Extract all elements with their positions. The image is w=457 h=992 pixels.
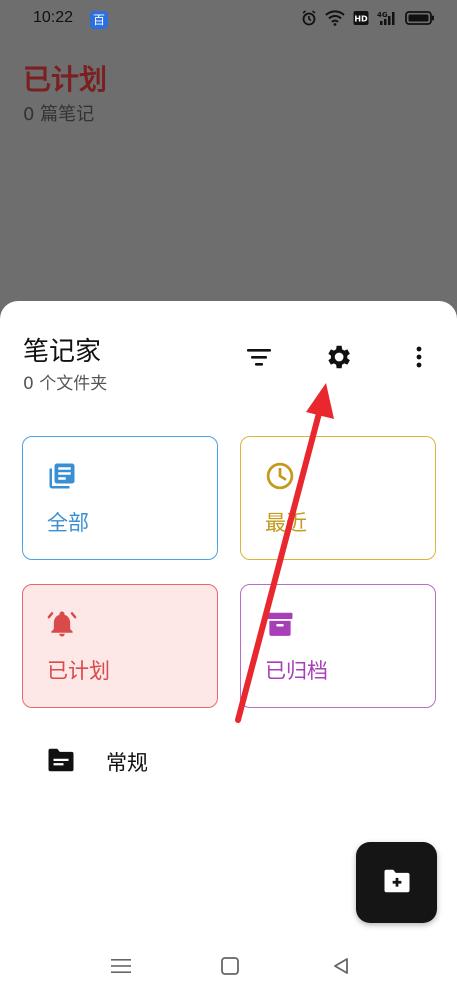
sheet-title: 笔记家 xyxy=(23,337,102,367)
notes-stack-icon xyxy=(47,461,77,491)
more-vertical-icon[interactable] xyxy=(403,341,435,373)
wifi-icon xyxy=(325,10,345,26)
navigation-bar xyxy=(0,941,457,992)
folder-count: 0 个文件夹 xyxy=(23,374,108,394)
card-label: 最近 xyxy=(265,511,307,535)
baidu-app-icon: 百 xyxy=(90,11,108,29)
hd-icon: HD xyxy=(353,10,369,26)
folder-label: 常规 xyxy=(106,751,148,775)
bell-icon xyxy=(47,609,77,639)
card-label: 已归档 xyxy=(265,659,328,683)
card-planned[interactable]: 已计划 xyxy=(22,584,218,708)
add-folder-button[interactable] xyxy=(356,842,437,923)
gear-icon[interactable] xyxy=(322,341,354,373)
svg-text:4G: 4G xyxy=(377,11,388,19)
card-recent[interactable]: 最近 xyxy=(240,436,436,560)
status-icons: HD 4G xyxy=(301,10,435,26)
page-title: 已计划 xyxy=(23,63,108,96)
card-label: 已计划 xyxy=(47,659,110,683)
folder-icon xyxy=(46,747,76,777)
menu-icon[interactable] xyxy=(108,953,134,979)
archive-box-icon xyxy=(265,609,295,639)
filter-icon[interactable] xyxy=(243,341,275,373)
card-archived[interactable]: 已归档 xyxy=(240,584,436,708)
card-label: 全部 xyxy=(47,511,89,535)
folder-sheet: 笔记家 0 个文件夹 全部 最近 已计划 已归档 常规 xyxy=(0,301,457,992)
new-folder-icon xyxy=(382,868,412,898)
status-time: 10:22 xyxy=(33,9,74,26)
home-square-icon[interactable] xyxy=(217,953,243,979)
svg-text:HD: HD xyxy=(354,15,368,24)
alarm-icon xyxy=(301,10,317,26)
signal-4g-icon: 4G xyxy=(377,10,397,26)
battery-icon xyxy=(405,10,435,26)
note-count: 0 篇笔记 xyxy=(23,104,95,125)
back-triangle-icon[interactable] xyxy=(328,953,354,979)
status-bar: 10:22 百 HD 4G xyxy=(0,0,457,40)
folder-item-general[interactable]: 常规 xyxy=(46,746,148,778)
clock-icon xyxy=(265,461,295,491)
card-all-notes[interactable]: 全部 xyxy=(22,436,218,560)
